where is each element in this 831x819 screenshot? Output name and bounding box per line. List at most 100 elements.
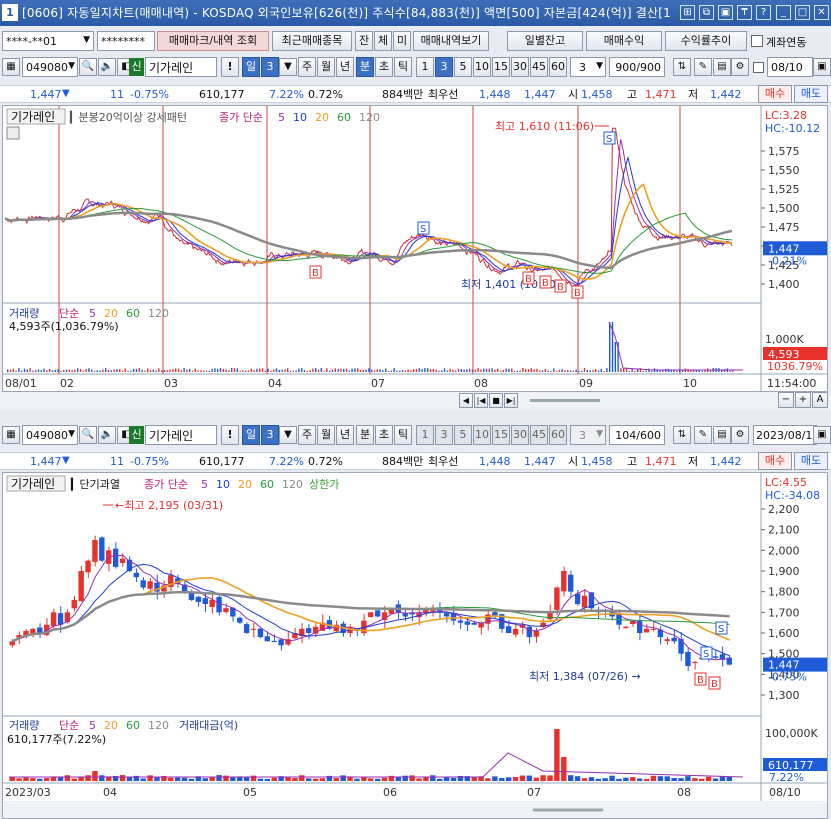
chevron-down-icon[interactable]: ▼ (279, 58, 297, 76)
stock-code-field[interactable]: 049080 ▼ (22, 57, 78, 77)
minute-60-button[interactable]: 60 (549, 57, 567, 77)
stock-code-field[interactable]: 049080 ▼ (22, 425, 78, 445)
daily-chart-svg[interactable]: 기가레인 ▎단기과열 종가 단순 5 10 20 60 120 상한가 LC:4.55HC:-34… (3, 473, 828, 819)
minute-5-button[interactable]: 5 (454, 425, 472, 445)
layout-icon[interactable]: ▦ (2, 426, 20, 444)
return-trend-button[interactable]: 수익률추이 (665, 31, 747, 51)
tab-unexecuted[interactable]: 미 (393, 31, 411, 51)
period-day-button[interactable]: 일 (242, 425, 260, 445)
trade-mark-icon[interactable]: ⇅ (673, 426, 691, 444)
period-week-button[interactable]: 주 (298, 57, 316, 77)
scroll-stop-button[interactable]: ■ (489, 393, 503, 408)
tool-icon[interactable]: ✎ (694, 426, 712, 444)
minute-3-button[interactable]: 3 (435, 57, 453, 77)
zoom-in-icon[interactable]: + (795, 392, 811, 408)
period-count-select[interactable]: 3 (261, 425, 279, 445)
minute-30-button[interactable]: 30 (511, 425, 529, 445)
minute-10-button[interactable]: 10 (473, 425, 491, 445)
trade-profit-button[interactable]: 매매수익 (586, 31, 662, 51)
minute-chart-panel[interactable]: 기가레인 ▎분봉20억이상 강세패턴 종가 단순 5 10 20 60 120 1,575 1,5… (2, 105, 828, 392)
minute-10-button[interactable]: 10 (473, 57, 491, 77)
minimize-icon[interactable]: _ (776, 5, 791, 20)
period-tick-button[interactable]: 틱 (394, 57, 412, 77)
pin-icon[interactable]: ₸ (737, 5, 752, 20)
minute-custom-select[interactable]: 3 ▼ (570, 57, 606, 77)
minute-5-button[interactable]: 5 (454, 57, 472, 77)
calendar-icon[interactable]: ▣ (813, 58, 831, 76)
gear-icon[interactable]: ⚙ (731, 426, 749, 444)
period-second-button[interactable]: 초 (375, 425, 393, 445)
period-count-select[interactable]: 3 (261, 57, 279, 77)
buy-button[interactable]: 매수 (758, 85, 792, 103)
text-icon[interactable]: A (812, 392, 828, 408)
chevron-down-icon[interactable]: ▼ (279, 426, 297, 444)
date-checkbox[interactable] (753, 62, 764, 73)
data-range-field[interactable]: 900/900 (609, 57, 665, 77)
layout-icon[interactable]: ▦ (2, 58, 20, 76)
tool-icon[interactable]: ✎ (694, 58, 712, 76)
trade-mark-icon[interactable]: ⇅ (673, 58, 691, 76)
password-field[interactable]: ******** (97, 31, 155, 51)
search-icon[interactable]: 🔍 (79, 58, 97, 76)
minute-15-button[interactable]: 15 (492, 57, 510, 77)
period-month-button[interactable]: 월 (317, 425, 335, 445)
date-field[interactable]: 2023/08/10 (753, 425, 819, 445)
minute-custom-select[interactable]: 3 ▼ (570, 425, 606, 445)
minute-45-button[interactable]: 45 (530, 57, 548, 77)
period-tick-button[interactable]: 틱 (394, 425, 412, 445)
top-chart-scrollbar[interactable]: ◀ |◀ ■ ▶| − + A (0, 392, 831, 410)
copy-window-icon[interactable]: ⧉ (699, 5, 714, 20)
minute-chart-svg[interactable]: 기가레인 ▎분봉20억이상 강세패턴 종가 단순 5 10 20 60 120 1,575 1,5… (3, 106, 828, 392)
stock-name-field[interactable]: 기가레인 (145, 425, 217, 445)
speaker-icon[interactable]: 🔈 (98, 426, 116, 444)
trade-history-button[interactable]: 매매내역보기 (413, 31, 489, 51)
minute-60-button[interactable]: 60 (549, 425, 567, 445)
search-icon[interactable]: 🔍 (79, 426, 97, 444)
period-year-button[interactable]: 년 (336, 57, 354, 77)
daily-balance-button[interactable]: 일별잔고 (507, 31, 583, 51)
buy-button[interactable]: 매수 (758, 452, 792, 470)
trade-mark-query-button[interactable]: 매매마크/내역 조회 (157, 31, 269, 51)
sell-button[interactable]: 매도 (794, 85, 828, 103)
gear-icon[interactable]: ⚙ (731, 58, 749, 76)
minute-30-button[interactable]: 30 (511, 57, 529, 77)
save-icon[interactable]: ▤ (713, 426, 731, 444)
screen-icon[interactable]: ▣ (718, 5, 733, 20)
link-icon[interactable]: ⊞ (680, 5, 695, 20)
info-button[interactable]: ! (221, 57, 239, 77)
account-link-checkbox[interactable] (751, 35, 763, 47)
scroll-first-button[interactable]: |◀ (474, 393, 488, 408)
period-month-button[interactable]: 월 (317, 57, 335, 77)
period-minute-button[interactable]: 분 (356, 425, 374, 445)
period-second-button[interactable]: 초 (375, 57, 393, 77)
help-icon[interactable]: ? (756, 5, 771, 20)
close-icon[interactable]: ✕ (814, 5, 829, 20)
maximize-icon[interactable]: □ (795, 5, 810, 20)
period-week-button[interactable]: 주 (298, 425, 316, 445)
minute-1-button[interactable]: 1 (416, 57, 434, 77)
account-number-field[interactable]: ****-**01 ▼ (2, 31, 94, 51)
info-button[interactable]: ! (221, 425, 239, 445)
period-year-button[interactable]: 년 (336, 425, 354, 445)
daily-chart-panel[interactable]: 기가레인 ▎단기과열 종가 단순 5 10 20 60 120 상한가 LC:4.55 HC:-34… (2, 472, 828, 819)
zoom-slider[interactable] (530, 399, 600, 402)
minute-1-button[interactable]: 1 (416, 425, 434, 445)
scroll-left-button[interactable]: ◀ (459, 393, 473, 408)
data-range-field[interactable]: 104/600 (609, 425, 665, 445)
date-field[interactable]: 08/10 (767, 57, 813, 77)
stock-name-field[interactable]: 기가레인 (145, 57, 217, 77)
scroll-last-button[interactable]: ▶| (504, 393, 518, 408)
minute-3-button[interactable]: 3 (435, 425, 453, 445)
period-minute-button[interactable]: 분 (356, 57, 374, 77)
recent-traded-button[interactable]: 최근매매종목 (272, 31, 352, 51)
save-icon[interactable]: ▤ (713, 58, 731, 76)
minute-45-button[interactable]: 45 (530, 425, 548, 445)
period-day-button[interactable]: 일 (242, 57, 260, 77)
zoom-out-icon[interactable]: − (778, 392, 794, 408)
speaker-icon[interactable]: 🔈 (98, 58, 116, 76)
tab-executed[interactable]: 체 (374, 31, 392, 51)
calendar-icon[interactable]: ▣ (813, 426, 831, 444)
minute-15-button[interactable]: 15 (492, 425, 510, 445)
sell-button[interactable]: 매도 (794, 452, 828, 470)
tab-balance[interactable]: 잔 (355, 31, 373, 51)
